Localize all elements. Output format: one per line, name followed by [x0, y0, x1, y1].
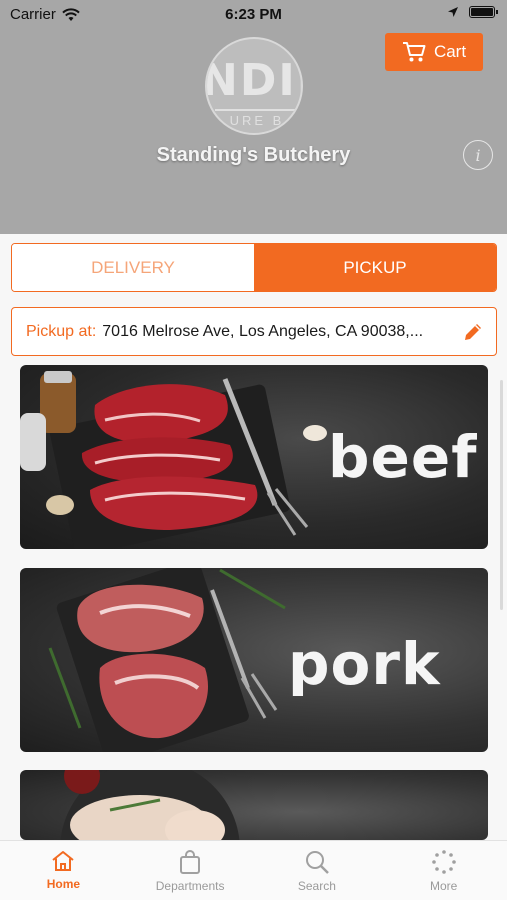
battery-icon — [469, 6, 498, 18]
tab-home[interactable]: Home — [0, 841, 127, 900]
tab-home-label: Home — [46, 877, 81, 891]
scroll-indicator — [500, 380, 503, 610]
status-bar: Carrier 6:23 PM — [0, 0, 507, 28]
pickup-label: Pickup at: — [26, 322, 97, 340]
info-button[interactable]: i — [463, 140, 493, 170]
tab-departments[interactable]: Departments — [127, 841, 254, 900]
category-label-beef: beef — [328, 423, 478, 491]
location-arrow-icon — [448, 7, 458, 17]
shopping-bag-icon — [180, 850, 201, 874]
cart-button[interactable]: Cart — [385, 33, 483, 71]
status-time: 6:23 PM — [225, 6, 282, 23]
pickup-address: 7016 Melrose Ave, Los Angeles, CA 90038,… — [102, 322, 424, 340]
tab-more-label: More — [429, 879, 458, 893]
chicken-image — [60, 770, 240, 840]
category-card-beef[interactable]: beef — [20, 365, 488, 549]
category-label-pork: pork — [288, 630, 441, 698]
bottom-tab-bar: Home Departments Search More — [0, 840, 507, 900]
search-icon — [305, 851, 329, 874]
fulfillment-mode-tabs: DELIVERY PICKUP — [11, 243, 497, 292]
cart-icon — [402, 42, 426, 62]
tab-more[interactable]: More — [380, 841, 507, 900]
tab-delivery[interactable]: DELIVERY — [12, 244, 254, 291]
store-logo: NDII URE B — [205, 37, 303, 135]
home-icon — [52, 851, 74, 871]
category-card-pork[interactable]: pork — [20, 568, 488, 752]
tab-search[interactable]: Search — [254, 841, 381, 900]
more-dots-icon — [431, 850, 456, 874]
cart-label: Cart — [433, 42, 467, 61]
pickup-location-selector[interactable]: Pickup at: 7016 Melrose Ave, Los Angeles… — [11, 307, 497, 356]
tab-departments-label: Departments — [155, 879, 225, 893]
edit-pencil-icon[interactable] — [462, 321, 484, 343]
logo-rule — [215, 109, 297, 111]
logo-text: NDII — [205, 55, 301, 106]
logo-subtext: URE B — [229, 113, 285, 128]
category-card-chicken[interactable] — [20, 770, 488, 840]
info-icon: i — [475, 145, 481, 165]
tab-pickup[interactable]: PICKUP — [254, 244, 496, 291]
tab-search-label: Search — [297, 879, 336, 893]
store-header: Carrier 6:23 PM Cart NDII URE B Standing… — [0, 0, 507, 234]
store-name: Standing's Butchery — [156, 144, 351, 166]
